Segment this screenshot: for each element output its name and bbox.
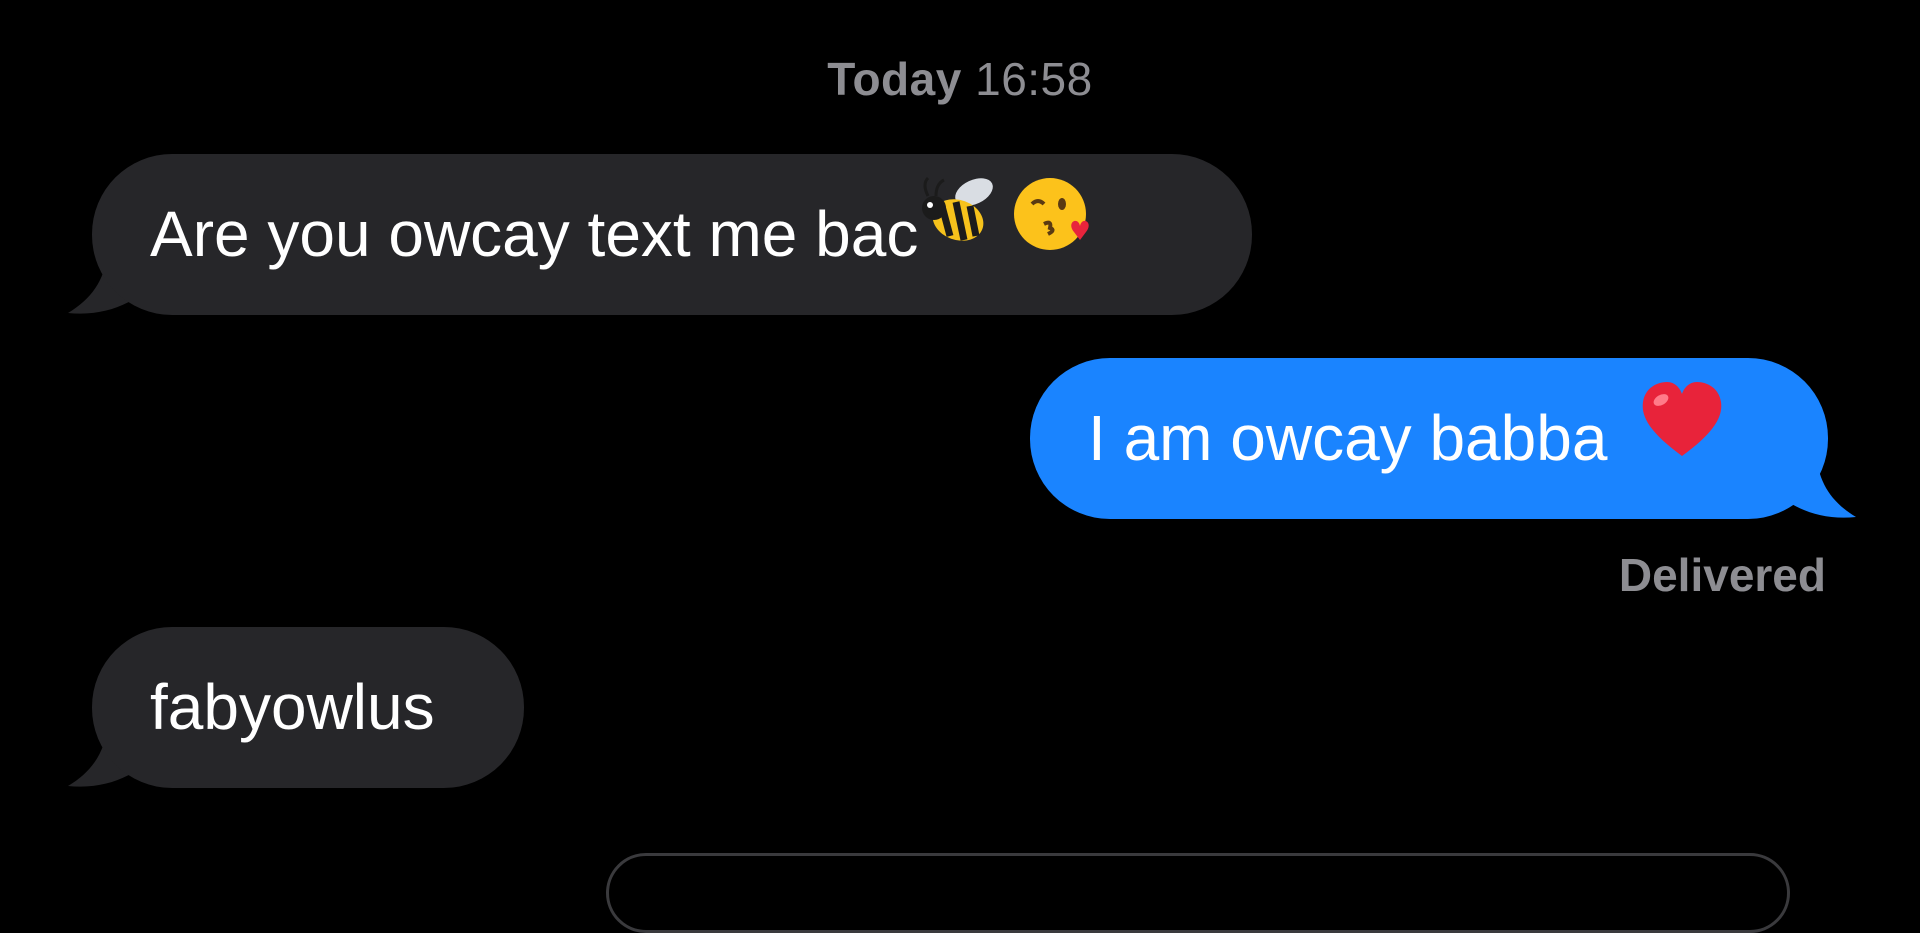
message-input-field[interactable]	[606, 853, 1790, 933]
delivery-status: Delivered	[1618, 549, 1826, 601]
message-text: Are you owcay text me bac	[150, 198, 919, 270]
timestamp-day: Today	[827, 53, 962, 105]
red-heart-icon	[1639, 358, 1725, 519]
incoming-message-bubble[interactable]: fabyowlus	[92, 627, 524, 788]
bee-icon	[918, 154, 1002, 315]
message-text: fabyowlus	[150, 671, 435, 743]
message-timestamp: Today 16:58	[0, 52, 1920, 106]
message-text: I am owcay babba	[1088, 402, 1608, 474]
timestamp-time: 16:58	[975, 53, 1093, 105]
incoming-message-bubble[interactable]: Are you owcay text me bac	[92, 154, 1252, 315]
face-blowing-kiss-icon	[1010, 154, 1094, 315]
outgoing-message-bubble[interactable]: I am owcay babba	[1030, 358, 1828, 519]
